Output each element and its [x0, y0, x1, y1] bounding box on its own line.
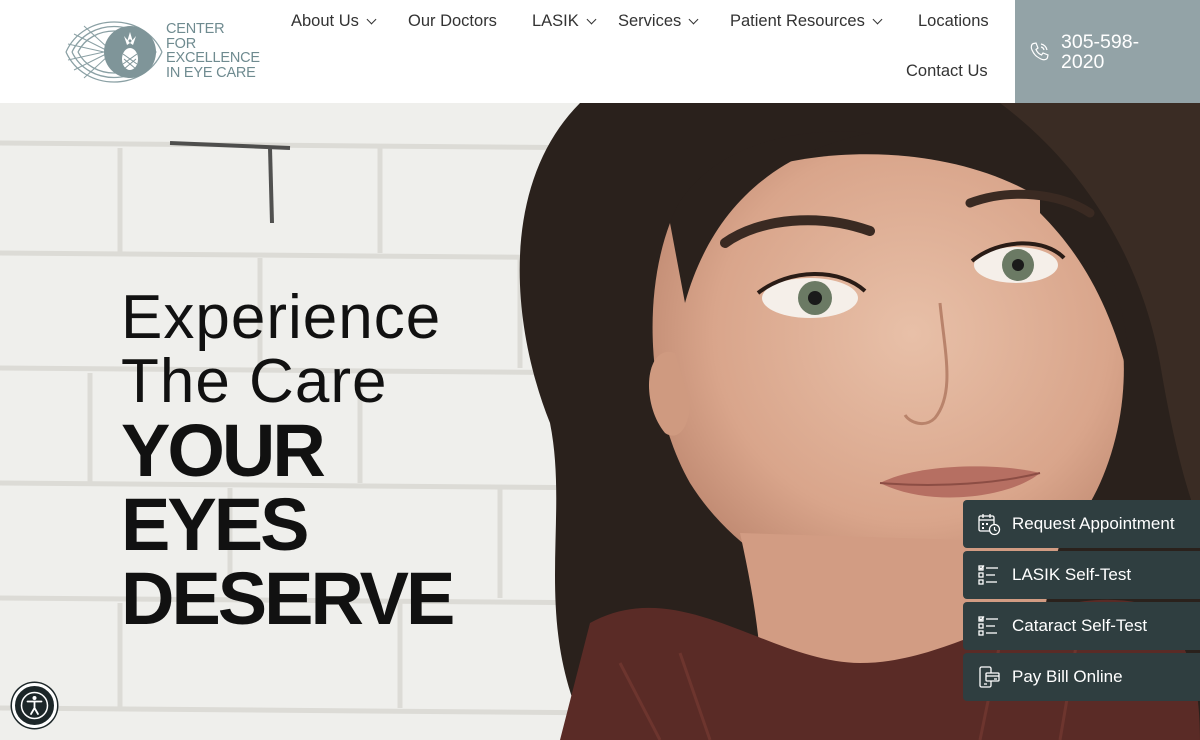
accessibility-icon: [20, 691, 49, 720]
nav-lasik-label: LASIK: [532, 12, 579, 30]
hero-line-3: YOUR: [121, 409, 326, 492]
phone-number: 305-598-2020: [1061, 30, 1140, 73]
chevron-down-icon: [872, 14, 883, 25]
calendar-clock-icon: [978, 514, 1001, 536]
hero-line-4: EYES: [121, 483, 309, 566]
nav-about-us-label: About Us: [291, 12, 359, 30]
accessibility-button[interactable]: [12, 683, 57, 728]
nav-about-us[interactable]: About Us: [291, 12, 377, 31]
phone-icon: [1030, 41, 1049, 60]
lasik-self-test-button[interactable]: LASIK Self-Test: [963, 551, 1200, 599]
pay-bill-online-label: Pay Bill Online: [1012, 667, 1123, 686]
nav-our-doctors-label: Our Doctors: [408, 12, 497, 30]
chevron-down-icon: [688, 14, 699, 25]
nav-services-label: Services: [618, 12, 682, 30]
checklist-icon: [978, 565, 998, 585]
nav-services[interactable]: Services: [618, 12, 699, 31]
logo-line-4: IN EYE CARE: [166, 64, 256, 81]
nav-locations[interactable]: Locations: [918, 12, 989, 31]
logo-line-2: FOR: [166, 35, 197, 52]
request-appointment-button[interactable]: Request Appointment: [963, 500, 1200, 548]
request-appointment-label: Request Appointment: [1012, 514, 1175, 533]
pineapple-eye-logo-icon: [65, 21, 163, 83]
nav-contact-us[interactable]: Contact Us: [906, 62, 988, 81]
cataract-self-test-button[interactable]: Cataract Self-Test: [963, 602, 1200, 650]
site-logo[interactable]: CENTER FOR EXCELLENCE IN EYE CARE: [64, 6, 264, 98]
nav-contact-us-label: Contact Us: [906, 62, 988, 80]
chevron-down-icon: [586, 14, 597, 25]
chevron-down-icon: [366, 14, 377, 25]
logo-text: CENTER FOR EXCELLENCE IN EYE CARE: [166, 22, 260, 80]
nav-patient-resources-label: Patient Resources: [730, 12, 865, 30]
hero-line-2: The Care: [121, 347, 388, 416]
lasik-self-test-label: LASIK Self-Test: [1012, 565, 1132, 584]
site-header: CENTER FOR EXCELLENCE IN EYE CARE About …: [0, 0, 1200, 103]
nav-locations-label: Locations: [918, 12, 989, 30]
pay-bill-online-button[interactable]: Pay Bill Online: [963, 653, 1200, 701]
nav-lasik[interactable]: LASIK: [532, 12, 597, 31]
logo-line-3: EXCELLENCE: [166, 50, 260, 66]
checklist-icon: [978, 616, 998, 636]
hero-headline: Experience The Care YOUR EYES DESERVE: [121, 283, 455, 640]
phone-payment-icon: [979, 666, 1000, 688]
nav-patient-resources[interactable]: Patient Resources: [730, 12, 883, 31]
logo-line-1: CENTER: [166, 21, 225, 37]
hero-line-5: DESERVE: [121, 557, 455, 640]
hero-line-1: Experience: [121, 283, 442, 352]
cataract-self-test-label: Cataract Self-Test: [1012, 616, 1148, 635]
phone-call-button[interactable]: 305-598-2020: [1015, 0, 1200, 103]
nav-our-doctors[interactable]: Our Doctors: [408, 12, 497, 31]
